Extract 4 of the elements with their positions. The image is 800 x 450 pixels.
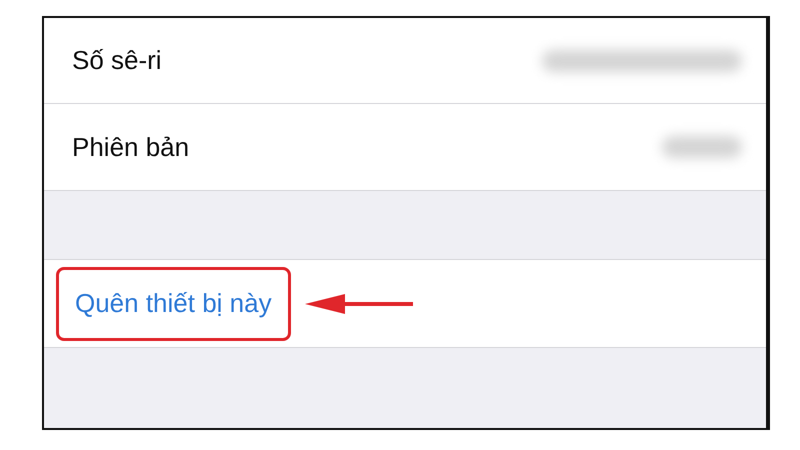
row-label: Phiên bản	[72, 130, 190, 164]
forget-device-link[interactable]: Quên thiết bị này	[56, 266, 291, 340]
row-label: Số sê-ri	[72, 44, 162, 77]
arrow-icon	[304, 294, 413, 314]
